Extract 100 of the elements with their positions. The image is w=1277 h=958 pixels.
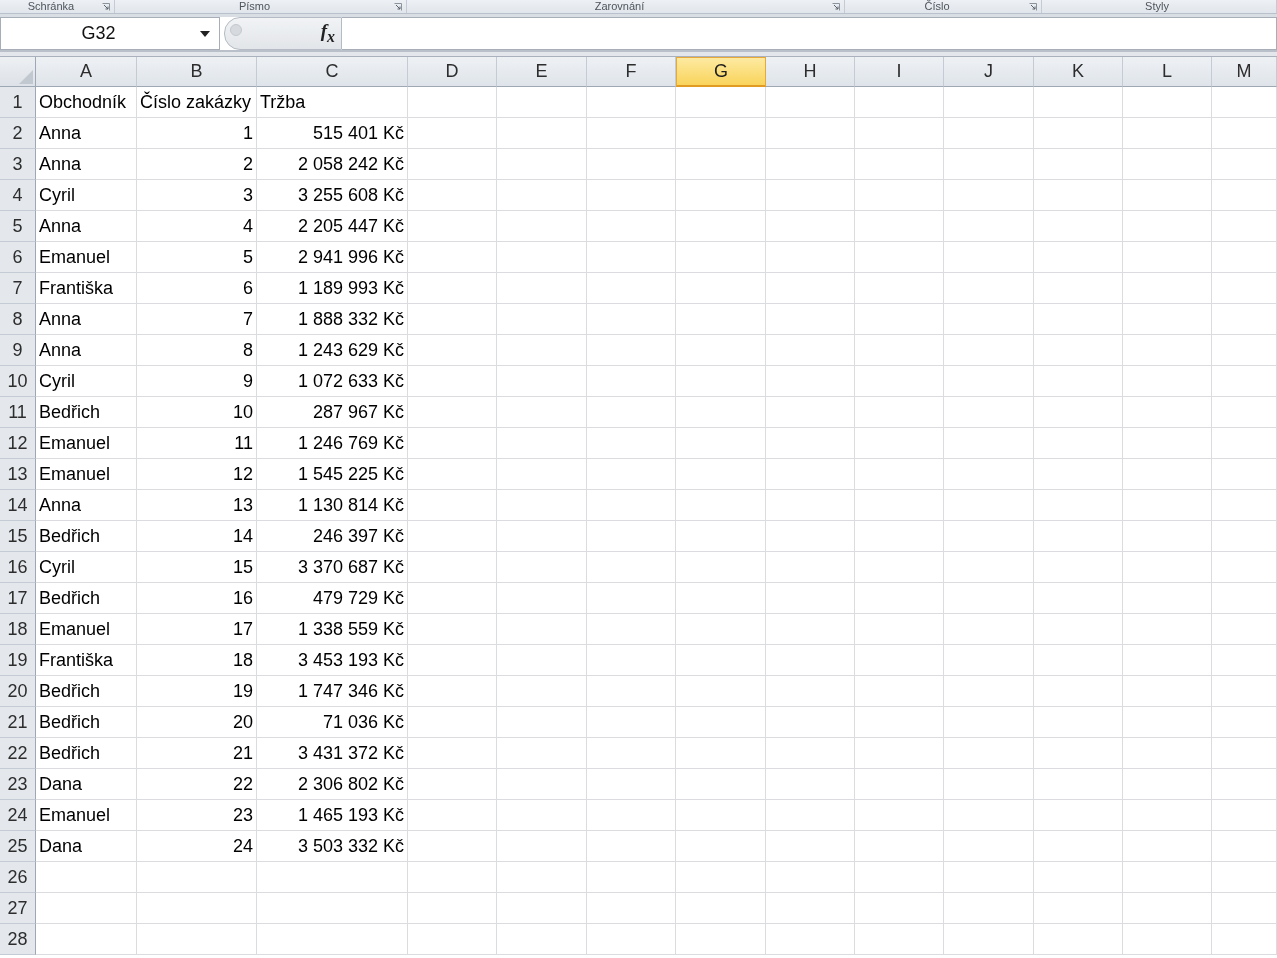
row-header[interactable]: 27 xyxy=(0,893,36,924)
table-cell: Dana xyxy=(36,831,137,862)
table-cell: 2 941 996 Kč xyxy=(257,242,408,273)
table-cell: 71 036 Kč xyxy=(257,707,408,738)
table-cell: 479 729 Kč xyxy=(257,583,408,614)
column-header[interactable]: K xyxy=(1034,57,1123,87)
table-cell: 3 xyxy=(137,180,257,211)
empty-cell xyxy=(1212,893,1277,924)
row-header[interactable]: 16 xyxy=(0,552,36,583)
table-cell: 515 401 Kč xyxy=(257,118,408,149)
row-header[interactable]: 7 xyxy=(0,273,36,304)
table-cell: 3 431 372 Kč xyxy=(257,738,408,769)
row-header[interactable]: 24 xyxy=(0,800,36,831)
empty-cell xyxy=(1212,273,1277,304)
empty-cell xyxy=(1212,304,1277,335)
ribbon-group-label: Schránka xyxy=(26,0,76,13)
table-cell: 14 xyxy=(137,521,257,552)
corner-arrow-icon[interactable] xyxy=(102,2,110,11)
table-cell: 7 xyxy=(137,304,257,335)
table-cell: 1 338 559 Kč xyxy=(257,614,408,645)
row-header[interactable]: 5 xyxy=(0,211,36,242)
insert-function-button[interactable]: f$_{x}$ xyxy=(318,19,337,48)
row-header[interactable]: 9 xyxy=(0,335,36,366)
row-header[interactable]: 19 xyxy=(0,645,36,676)
row-header[interactable]: 1 xyxy=(0,87,36,118)
empty-cell xyxy=(1212,87,1277,118)
column-header[interactable]: G xyxy=(676,57,766,87)
table-cell: 6 xyxy=(137,273,257,304)
empty-cell xyxy=(1212,800,1277,831)
empty-cell xyxy=(1212,428,1277,459)
empty-cell xyxy=(1212,583,1277,614)
column-header[interactable]: B xyxy=(137,57,257,87)
formula-input[interactable] xyxy=(342,17,1277,50)
table-cell: Bedřich xyxy=(36,707,137,738)
table-cell: 18 xyxy=(137,645,257,676)
table-cell: 10 xyxy=(137,397,257,428)
table-cell: Bedřich xyxy=(36,676,137,707)
column-header[interactable]: E xyxy=(497,57,587,87)
column-header[interactable]: D xyxy=(408,57,497,87)
circle-handle-icon[interactable] xyxy=(230,23,242,36)
column-header[interactable]: C xyxy=(257,57,408,87)
table-cell: 12 xyxy=(137,459,257,490)
table-cell: 24 xyxy=(137,831,257,862)
column-header[interactable]: A xyxy=(36,57,137,87)
table-cell: 1 747 346 Kč xyxy=(257,676,408,707)
row-header[interactable]: 3 xyxy=(0,149,36,180)
column-header[interactable]: F xyxy=(587,57,676,87)
table-cell: Tržba xyxy=(257,87,408,118)
row-header[interactable]: 11 xyxy=(0,397,36,428)
column-header[interactable]: I xyxy=(855,57,944,87)
table-cell: 19 xyxy=(137,676,257,707)
table-cell: 20 xyxy=(137,707,257,738)
table-cell: 3 255 608 Kč xyxy=(257,180,408,211)
table-cell: Obchodník xyxy=(36,87,137,118)
dropdown-button[interactable] xyxy=(196,17,220,50)
row-header[interactable]: 28 xyxy=(0,924,36,955)
row-header[interactable]: 13 xyxy=(0,459,36,490)
empty-cell xyxy=(1212,490,1277,521)
table-cell: Dana xyxy=(36,769,137,800)
table-cell: Bedřich xyxy=(36,738,137,769)
table-cell: Bedřich xyxy=(36,583,137,614)
row-header[interactable]: 15 xyxy=(0,521,36,552)
row-header[interactable]: 26 xyxy=(0,862,36,893)
row-header[interactable]: 6 xyxy=(0,242,36,273)
row-header[interactable]: 21 xyxy=(0,707,36,738)
table-cell: 287 967 Kč xyxy=(257,397,408,428)
row-header[interactable]: 14 xyxy=(0,490,36,521)
row-header[interactable]: 22 xyxy=(0,738,36,769)
table-cell: 1 xyxy=(137,118,257,149)
column-header[interactable]: M xyxy=(1212,57,1277,87)
table-cell: 3 370 687 Kč xyxy=(257,552,408,583)
table-cell: 2 205 447 Kč xyxy=(257,211,408,242)
table-cell: 4 xyxy=(137,211,257,242)
row-header[interactable]: 25 xyxy=(0,831,36,862)
corner-arrow-icon[interactable] xyxy=(394,2,402,11)
table-cell: Anna xyxy=(36,304,137,335)
table-cell: 3 453 193 Kč xyxy=(257,645,408,676)
table-cell: Františka xyxy=(36,645,137,676)
row-header[interactable]: 12 xyxy=(0,428,36,459)
column-header[interactable]: H xyxy=(766,57,855,87)
row-header[interactable]: 10 xyxy=(0,366,36,397)
table-cell: Františka xyxy=(36,273,137,304)
row-header[interactable]: 8 xyxy=(0,304,36,335)
column-header[interactable]: J xyxy=(944,57,1034,87)
table-cell: Bedřich xyxy=(36,397,137,428)
ribbon-group-label: Číslo xyxy=(923,0,951,13)
row-header[interactable]: 17 xyxy=(0,583,36,614)
corner-arrow-icon[interactable] xyxy=(832,2,840,11)
table-cell: 23 xyxy=(137,800,257,831)
name-box[interactable]: G32 xyxy=(0,17,196,50)
table-cell: 9 xyxy=(137,366,257,397)
row-header[interactable]: 20 xyxy=(0,676,36,707)
table-cell: 21 xyxy=(137,738,257,769)
column-header[interactable]: L xyxy=(1123,57,1212,87)
row-header[interactable]: 18 xyxy=(0,614,36,645)
row-header[interactable]: 23 xyxy=(0,769,36,800)
row-header[interactable]: 2 xyxy=(0,118,36,149)
table-cell: 1 072 633 Kč xyxy=(257,366,408,397)
corner-arrow-icon[interactable] xyxy=(1029,2,1037,11)
row-header[interactable]: 4 xyxy=(0,180,36,211)
